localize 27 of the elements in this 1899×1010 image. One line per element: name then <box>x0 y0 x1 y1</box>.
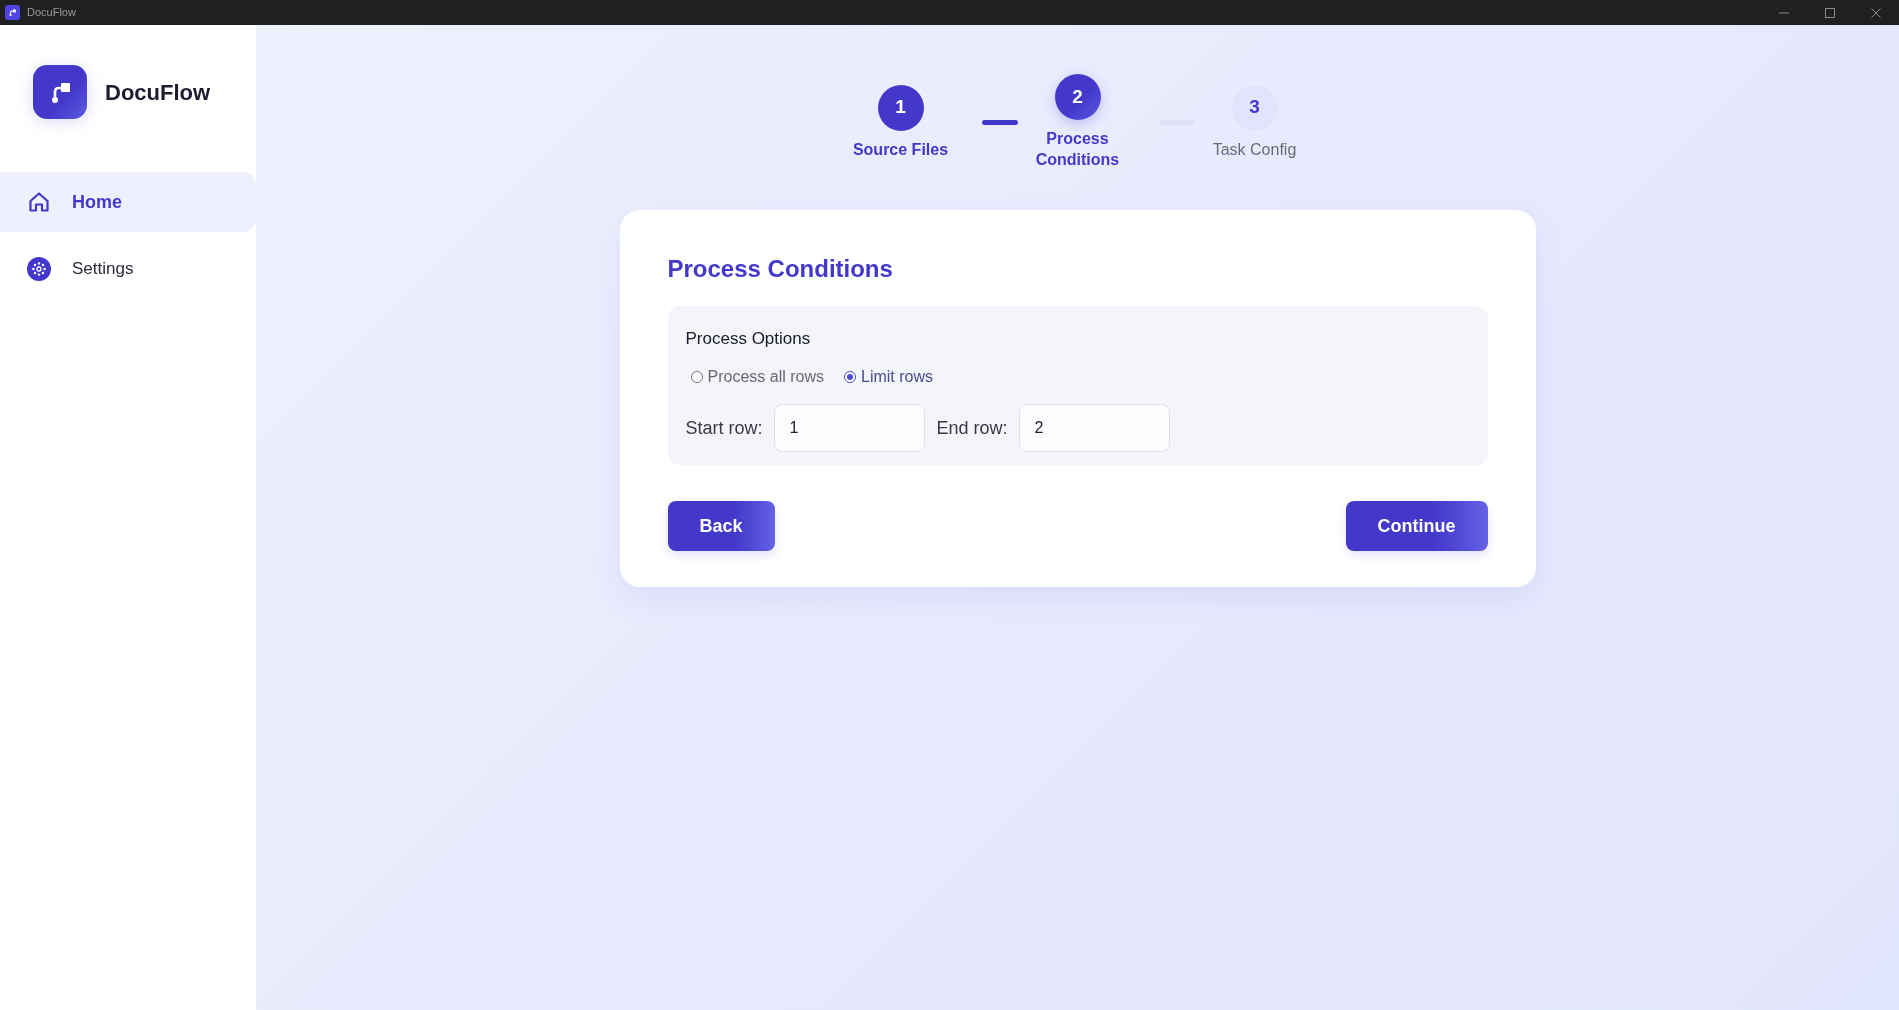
nav-button[interactable]: Back <box>667 501 775 551</box>
number-input-field[interactable]: 1 <box>773 404 925 452</box>
step-label: Process Conditions <box>1034 129 1121 170</box>
number-input-field[interactable]: 2 <box>1018 404 1170 452</box>
step-number: 1 <box>877 84 924 131</box>
nav-button[interactable]: Continue <box>1345 501 1488 551</box>
sidebar-item[interactable]: Settings <box>0 239 256 299</box>
step-number: 3 <box>1231 84 1278 131</box>
step-label: Task Config <box>1212 139 1297 160</box>
step-number: 2 <box>1054 74 1101 120</box>
home-icon <box>27 190 51 214</box>
settings-icon <box>27 257 51 281</box>
radio-option[interactable]: Limit rows <box>844 367 933 387</box>
app-logo-icon <box>33 65 87 119</box>
maximize-icon[interactable] <box>1825 7 1835 18</box>
step-label: Source Files <box>852 139 949 160</box>
radio-option[interactable]: Process all rows <box>690 367 824 387</box>
panel-title: Process Options <box>685 328 812 350</box>
field-label: End row: <box>936 416 1008 440</box>
sidebar-item[interactable]: Home <box>0 172 256 232</box>
close-icon[interactable] <box>1871 7 1881 18</box>
step-connector <box>981 119 1018 125</box>
app-name: DocuFlow <box>105 78 211 107</box>
card-title: Process Conditions <box>667 255 894 283</box>
field-label: Start row: <box>685 416 763 440</box>
window-title: DocuFlow <box>27 5 76 20</box>
app-logo-icon <box>5 5 20 20</box>
